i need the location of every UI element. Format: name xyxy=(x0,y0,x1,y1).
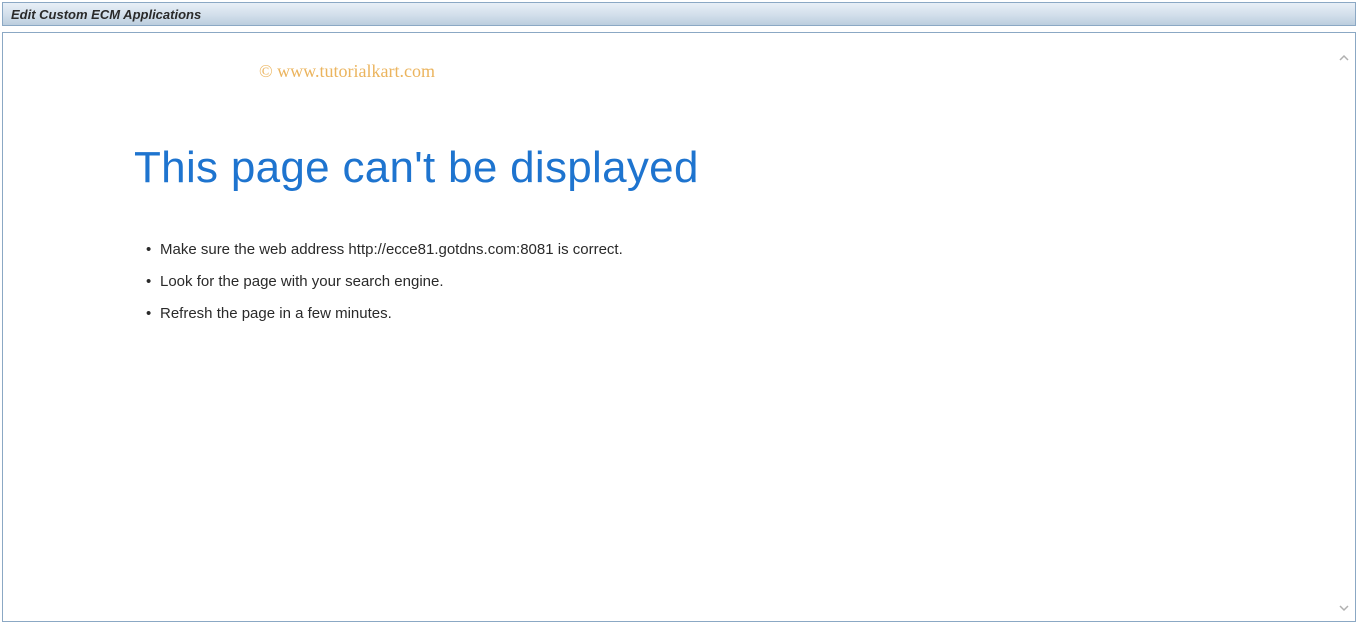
title-bar: Edit Custom ECM Applications xyxy=(2,2,1356,26)
error-page: This page can't be displayed Make sure t… xyxy=(3,33,1355,355)
error-heading: This page can't be displayed xyxy=(134,143,1335,193)
list-item: Make sure the web address http://ecce81.… xyxy=(160,239,1335,260)
list-item: Refresh the page in a few minutes. xyxy=(160,303,1335,324)
window-title: Edit Custom ECM Applications xyxy=(11,7,201,22)
error-suggestion-list: Make sure the web address http://ecce81.… xyxy=(134,239,1335,324)
list-item: Look for the page with your search engin… xyxy=(160,271,1335,292)
content-frame: © www.tutorialkart.com This page can't b… xyxy=(2,32,1356,622)
scroll-down-arrow-icon[interactable] xyxy=(1337,601,1351,615)
scroll-up-arrow-icon[interactable] xyxy=(1337,51,1351,65)
